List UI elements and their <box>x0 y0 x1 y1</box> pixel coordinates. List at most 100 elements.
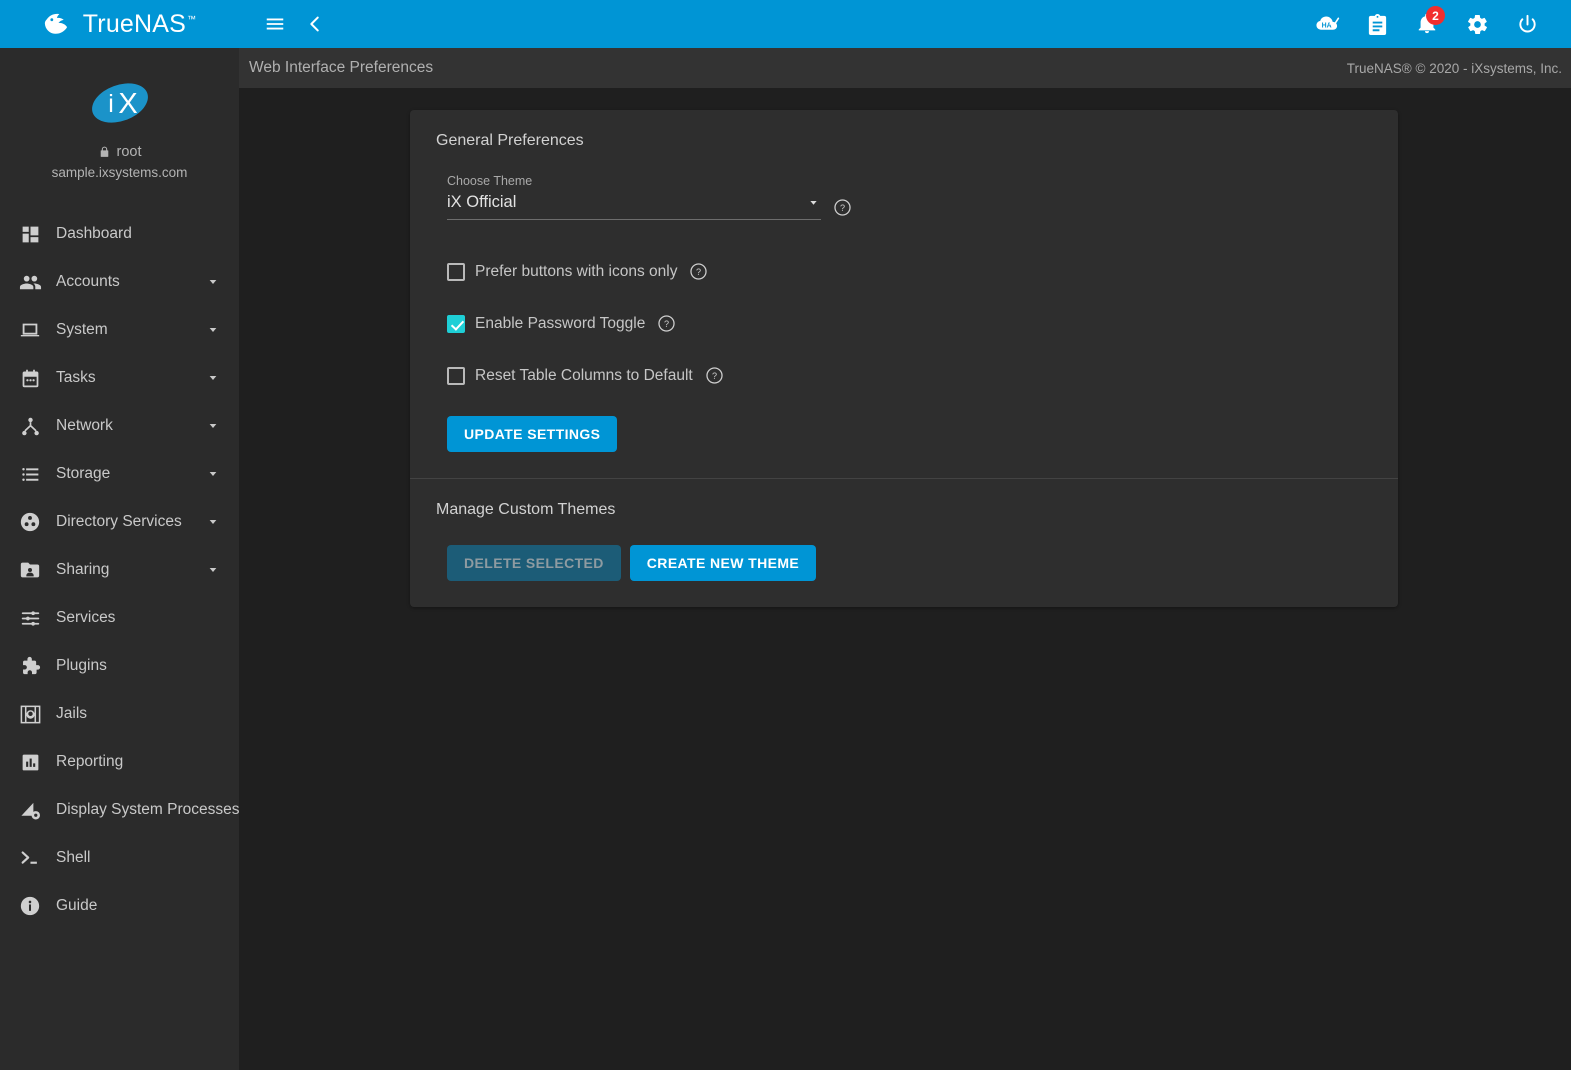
sidebar-item-label: Accounts <box>56 273 120 290</box>
chevron-down-icon[interactable] <box>205 418 221 434</box>
choose-theme-label: Choose Theme <box>447 174 533 188</box>
theme-buttons-row: DELETE SELECTED CREATE NEW THEME <box>447 545 1372 581</box>
jails-icon <box>13 703 47 726</box>
sidebar-item-directory-services[interactable]: Directory Services <box>0 498 239 546</box>
sidebar-item-reporting[interactable]: Reporting <box>0 738 239 786</box>
checkbox-row-prefer-icon-buttons[interactable]: Prefer buttons with icons only ? <box>447 262 1372 281</box>
sidebar-item-dashboard[interactable]: Dashboard <box>0 210 239 258</box>
sidebar-item-label: Directory Services <box>56 513 182 530</box>
power-icon[interactable] <box>1507 4 1547 44</box>
sidebar-item-guide[interactable]: Guide <box>0 882 239 930</box>
sidebar-item-label: System <box>56 321 108 338</box>
section-title-general-preferences: General Preferences <box>436 132 584 149</box>
sidebar-item-storage[interactable]: Storage <box>0 450 239 498</box>
theme-select[interactable]: iX Official <box>447 193 821 220</box>
sidebar-item-display-system-processes[interactable]: Display System Processes <box>0 786 239 834</box>
top-bar-actions: HA 2 <box>239 0 1571 48</box>
breadcrumb: Web Interface Preferences <box>249 59 434 76</box>
sidebar-nav: Dashboard Accounts System Tasks Network … <box>0 210 239 930</box>
task-manager-clipboard-icon[interactable] <box>1357 4 1397 44</box>
chevron-down-icon[interactable] <box>205 322 221 338</box>
sidebar-item-system[interactable]: System <box>0 306 239 354</box>
shell-terminal-icon <box>13 847 47 869</box>
theme-select-value: iX Official <box>447 193 517 211</box>
manage-custom-themes-section: Manage Custom Themes DELETE SELECTED CRE… <box>410 479 1398 607</box>
checkbox-label: Prefer buttons with icons only <box>475 262 678 280</box>
sidebar-item-accounts[interactable]: Accounts <box>0 258 239 306</box>
checkbox-row-reset-table-columns[interactable]: Reset Table Columns to Default ? <box>447 366 1372 385</box>
create-new-theme-button[interactable]: CREATE NEW THEME <box>629 545 817 581</box>
chevron-down-icon[interactable] <box>205 466 221 482</box>
truenas-whale-logo <box>44 13 67 34</box>
sidebar-item-label: Display System Processes <box>56 801 239 818</box>
sidebar-item-tasks[interactable]: Tasks <box>0 354 239 402</box>
help-circle-icon[interactable]: ? <box>689 262 708 281</box>
ix-systems-logo: i X <box>91 83 148 123</box>
help-circle-icon[interactable]: ? <box>705 366 724 385</box>
accounts-people-icon <box>13 271 47 294</box>
guide-info-icon <box>13 895 47 917</box>
network-nodes-icon <box>13 416 47 437</box>
sidebar-item-jails[interactable]: Jails <box>0 690 239 738</box>
hamburger-menu-icon[interactable] <box>255 4 295 44</box>
sidebar-item-label: Jails <box>56 705 88 722</box>
sidebar-item-label: Network <box>56 417 113 434</box>
sidebar-item-services[interactable]: Services <box>0 594 239 642</box>
help-circle-icon[interactable]: ? <box>657 314 676 333</box>
chevron-left-icon[interactable] <box>295 4 335 44</box>
sidebar-item-label: Sharing <box>56 561 110 578</box>
sidebar-item-sharing[interactable]: Sharing <box>0 546 239 594</box>
general-preferences-section: General Preferences Choose Theme iX Offi… <box>410 110 1398 478</box>
svg-text:i: i <box>108 90 114 118</box>
sidebar-item-shell[interactable]: Shell <box>0 834 239 882</box>
sharing-folder-icon <box>13 559 47 581</box>
tasks-calendar-icon <box>13 368 47 389</box>
enable-password-toggle-checkbox[interactable] <box>447 314 465 333</box>
prefer-icon-buttons-checkbox[interactable] <box>447 262 465 281</box>
chevron-down-icon[interactable] <box>806 195 821 210</box>
brand-area: TrueNAS™ <box>0 0 239 48</box>
ha-status-icon[interactable]: HA <box>1307 4 1347 44</box>
checkbox-row-enable-password-toggle[interactable]: Enable Password Toggle ? <box>447 314 1372 333</box>
brand-title: TrueNAS™ <box>82 9 197 38</box>
storage-server-icon <box>13 464 47 485</box>
choose-theme-field: Choose Theme iX Official ? <box>447 174 851 220</box>
chevron-down-icon[interactable] <box>205 370 221 386</box>
choose-theme-row: iX Official ? <box>447 193 851 220</box>
lock-icon <box>100 146 108 157</box>
plugins-puzzle-icon <box>13 655 47 677</box>
chevron-down-icon[interactable] <box>205 274 221 290</box>
section-title-manage-custom-themes: Manage Custom Themes <box>436 501 616 518</box>
svg-text:?: ? <box>696 267 701 277</box>
sidebar-hostname: sample.ixsystems.com <box>51 165 188 180</box>
reset-table-columns-checkbox[interactable] <box>447 366 465 385</box>
sidebar-username: root <box>116 144 142 160</box>
chevron-down-icon[interactable] <box>205 514 221 530</box>
checkbox-label: Enable Password Toggle <box>475 314 646 332</box>
update-settings-button[interactable]: UPDATE SETTINGS <box>447 416 618 452</box>
top-bar-icon-group: HA 2 <box>1307 4 1553 44</box>
sidebar: i X root sample.ixsystems.com Dashboard … <box>0 48 239 1070</box>
delete-selected-button[interactable]: DELETE SELECTED <box>447 545 621 581</box>
sidebar-item-label: Guide <box>56 897 98 914</box>
sidebar-item-plugins[interactable]: Plugins <box>0 642 239 690</box>
top-bar: TrueNAS™ HA 2 <box>0 0 1571 48</box>
notifications-bell-icon[interactable]: 2 <box>1407 4 1447 44</box>
sidebar-item-label: Reporting <box>56 753 124 770</box>
page-subbar: Web Interface Preferences TrueNAS® © 202… <box>239 48 1571 88</box>
checkbox-label: Reset Table Columns to Default <box>475 366 693 384</box>
main-content: Web Interface Preferences TrueNAS® © 202… <box>239 48 1571 1070</box>
settings-gear-icon[interactable] <box>1457 4 1497 44</box>
system-processes-icon <box>13 799 47 822</box>
sidebar-item-network[interactable]: Network <box>0 402 239 450</box>
dashboard-grid-icon <box>13 224 47 245</box>
directory-services-icon <box>13 511 47 533</box>
sidebar-username-row: root <box>0 144 239 160</box>
system-laptop-icon <box>13 319 47 341</box>
sidebar-profile: i X root sample.ixsystems.com <box>0 48 239 194</box>
help-circle-icon[interactable]: ? <box>833 198 852 217</box>
sidebar-item-label: Tasks <box>56 369 96 386</box>
chevron-down-icon[interactable] <box>205 562 221 578</box>
sidebar-item-label: Services <box>56 609 116 626</box>
services-sliders-icon <box>13 608 47 629</box>
